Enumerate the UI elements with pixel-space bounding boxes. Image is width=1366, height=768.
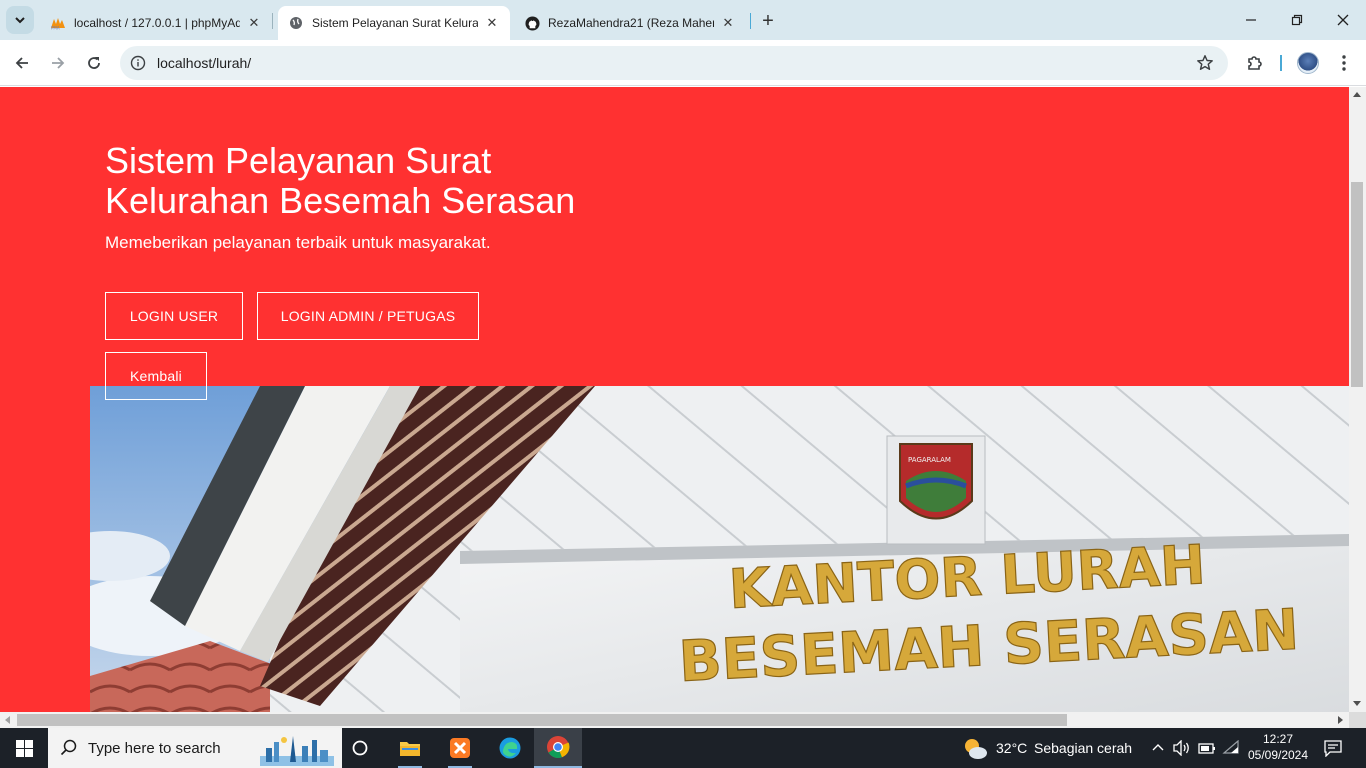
avatar bbox=[1297, 52, 1319, 74]
profile-button[interactable] bbox=[1293, 48, 1323, 78]
windows-logo-icon bbox=[15, 739, 33, 757]
folder-icon bbox=[400, 742, 420, 756]
pagaralam-emblem: PAGARALAM bbox=[886, 435, 986, 545]
minimize-icon bbox=[1246, 19, 1256, 21]
xampp-icon bbox=[450, 738, 470, 758]
scroll-up-icon[interactable] bbox=[1353, 92, 1361, 97]
arrow-left-icon bbox=[15, 57, 28, 69]
tab-separator bbox=[750, 13, 751, 29]
puzzle-icon bbox=[1248, 56, 1262, 70]
clock-time: 12:27 bbox=[1262, 732, 1294, 746]
forward-button[interactable] bbox=[43, 48, 73, 78]
kebab-menu-icon bbox=[1342, 55, 1346, 71]
close-icon[interactable]: ✕ bbox=[484, 15, 500, 31]
star-icon[interactable] bbox=[1196, 54, 1214, 72]
login-user-button[interactable]: LOGIN USER bbox=[105, 292, 243, 340]
extensions-button[interactable] bbox=[1240, 48, 1270, 78]
emblem-text: PAGARALAM bbox=[908, 456, 951, 464]
tab-title: localhost / 127.0.0.1 | phpMyAdmin bbox=[74, 16, 240, 30]
search-icon bbox=[60, 739, 77, 756]
restore-icon bbox=[1291, 14, 1303, 26]
plus-icon[interactable]: + bbox=[756, 9, 780, 33]
tab-github[interactable]: RezaMahendra21 (Reza Mahendra) ✕ bbox=[514, 6, 746, 40]
browser-tab-strip: PMA localhost / 127.0.0.1 | phpMyAdmin ✕… bbox=[0, 0, 1366, 40]
url-text[interactable]: localhost/lurah/ bbox=[157, 55, 251, 71]
browser-menu-button[interactable] bbox=[1329, 48, 1359, 78]
weather-description[interactable]: Sebagian cerah bbox=[1034, 740, 1132, 756]
close-icon[interactable]: ✕ bbox=[246, 15, 262, 31]
toolbar-divider bbox=[1280, 55, 1282, 71]
back-button[interactable] bbox=[7, 48, 37, 78]
reload-icon bbox=[88, 57, 100, 69]
search-placeholder: Type here to search bbox=[88, 740, 221, 757]
tab-phpmyadmin[interactable]: PMA localhost / 127.0.0.1 | phpMyAdmin ✕ bbox=[40, 6, 272, 40]
arrow-right-icon bbox=[52, 57, 65, 69]
address-bar[interactable]: localhost/lurah/ bbox=[120, 46, 1228, 80]
close-icon[interactable]: ✕ bbox=[720, 15, 736, 31]
edge-button[interactable] bbox=[486, 728, 534, 768]
scroll-left-icon[interactable] bbox=[5, 716, 10, 724]
office-building-photo: PAGARALAM KANTOR LURAH BESEMAH SERASAN bbox=[90, 386, 1349, 712]
notification-icon[interactable] bbox=[1324, 739, 1342, 757]
chevron-up-icon[interactable] bbox=[1152, 742, 1164, 754]
clock-date: 05/09/2024 bbox=[1247, 748, 1309, 762]
horizontal-scrollbar[interactable] bbox=[0, 712, 1349, 728]
taskbar-search-box[interactable]: Type here to search bbox=[48, 728, 342, 768]
info-icon[interactable] bbox=[130, 55, 146, 71]
minimize-button[interactable] bbox=[1228, 0, 1274, 40]
task-view-button[interactable] bbox=[336, 728, 384, 768]
globe-icon bbox=[288, 15, 304, 31]
page-subtitle: Memeberikan pelayanan terbaik untuk masy… bbox=[105, 233, 491, 252]
chevron-down-icon bbox=[15, 17, 25, 24]
page-content: Sistem Pelayanan Surat Kelurahan Besemah… bbox=[0, 87, 1349, 712]
reload-button[interactable] bbox=[79, 48, 109, 78]
page-title-line2: Kelurahan Besemah Serasan bbox=[105, 180, 576, 221]
page-title: Sistem Pelayanan Surat Kelurahan Besemah… bbox=[105, 141, 625, 221]
start-button[interactable] bbox=[0, 728, 48, 768]
chrome-button[interactable] bbox=[534, 728, 582, 768]
weather-icon bbox=[965, 739, 987, 759]
close-icon bbox=[1337, 14, 1349, 26]
tab-sistem-pelayanan[interactable]: Sistem Pelayanan Surat Kelurahan ✕ bbox=[278, 6, 510, 40]
restore-button[interactable] bbox=[1274, 0, 1320, 40]
vertical-scroll-thumb[interactable] bbox=[1351, 182, 1363, 387]
city-skyline-icon bbox=[260, 736, 334, 766]
taskbar-clock[interactable]: 12:27 05/09/2024 bbox=[1236, 731, 1320, 763]
scrollbar-corner bbox=[1349, 712, 1366, 728]
file-explorer-button[interactable] bbox=[386, 728, 434, 768]
close-window-button[interactable] bbox=[1320, 0, 1366, 40]
edge-icon bbox=[499, 737, 521, 759]
windows-taskbar: Type here to search 32°C Sebagian cerah … bbox=[0, 728, 1366, 768]
xampp-button[interactable] bbox=[436, 728, 484, 768]
speaker-icon[interactable] bbox=[1173, 740, 1191, 756]
page-title-line1: Sistem Pelayanan Surat bbox=[105, 140, 492, 181]
login-admin-button[interactable]: LOGIN ADMIN / PETUGAS bbox=[257, 292, 479, 340]
browser-toolbar: localhost/lurah/ bbox=[0, 40, 1366, 86]
phpmyadmin-icon: PMA bbox=[50, 15, 66, 31]
vertical-scrollbar[interactable] bbox=[1349, 87, 1366, 712]
battery-icon[interactable] bbox=[1198, 741, 1216, 755]
scroll-down-icon[interactable] bbox=[1353, 701, 1361, 706]
horizontal-scroll-thumb[interactable] bbox=[17, 714, 1067, 726]
svg-text:PMA: PMA bbox=[51, 26, 60, 31]
tab-search-button[interactable] bbox=[6, 6, 34, 34]
tab-separator bbox=[272, 13, 273, 29]
kembali-button[interactable]: Kembali bbox=[105, 352, 207, 400]
github-icon bbox=[524, 15, 540, 31]
scroll-right-icon[interactable] bbox=[1338, 716, 1343, 724]
chrome-icon bbox=[547, 736, 570, 758]
weather-temp[interactable]: 32°C bbox=[996, 740, 1027, 756]
tab-title: Sistem Pelayanan Surat Kelurahan bbox=[312, 16, 478, 30]
tab-title: RezaMahendra21 (Reza Mahendra) bbox=[548, 16, 714, 30]
task-view-icon bbox=[352, 740, 368, 756]
